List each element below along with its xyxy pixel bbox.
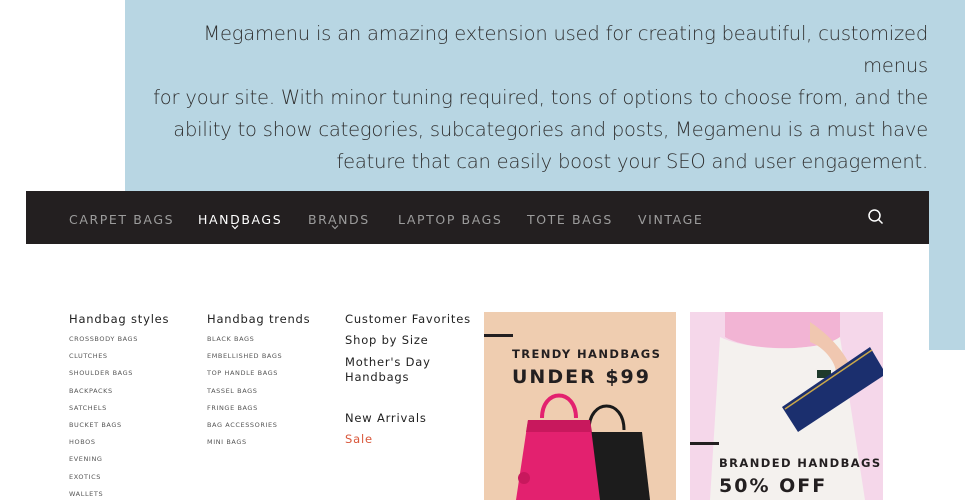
- hero-line: ability to show categories, subcategorie…: [173, 118, 928, 141]
- link-sale[interactable]: Sale: [345, 432, 373, 447]
- list-item[interactable]: BLACK BAGS: [207, 331, 282, 348]
- column-title-handbag-styles: Handbag styles: [69, 312, 170, 326]
- list-item[interactable]: HOBOS: [69, 434, 138, 451]
- nav-item-tote-bags[interactable]: TOTE BAGS: [527, 212, 613, 227]
- list-item[interactable]: TASSEL BAGS: [207, 383, 282, 400]
- handbag-styles-list: CROSSBODY BAGS CLUTCHES SHOULDER BAGS BA…: [69, 331, 138, 500]
- model-clutch-image: [710, 312, 883, 500]
- link-new-arrivals[interactable]: New Arrivals: [345, 411, 427, 426]
- link-customer-favorites[interactable]: Customer Favorites: [345, 312, 471, 327]
- hero-line: feature that can easily boost your SEO a…: [336, 150, 928, 173]
- list-item[interactable]: FRINGE BAGS: [207, 400, 282, 417]
- link-label: Handbags: [345, 369, 410, 384]
- list-item[interactable]: BACKPACKS: [69, 383, 138, 400]
- nav-item-vintage[interactable]: VINTAGE: [638, 212, 703, 227]
- promo-accent-line: [484, 334, 513, 337]
- nav-item-laptop-bags[interactable]: LAPTOP BAGS: [398, 212, 502, 227]
- promo-headline: 50% OFF: [719, 475, 828, 497]
- list-item[interactable]: BUCKET BAGS: [69, 417, 138, 434]
- nav-item-handbags[interactable]: HANDBAGS: [198, 212, 282, 227]
- nav-item-carpet-bags[interactable]: CARPET BAGS: [69, 212, 174, 227]
- promo-headline: UNDER $99: [512, 366, 651, 388]
- promo-banner-trendy-handbags[interactable]: TRENDY HANDBAGS UNDER $99: [484, 312, 676, 500]
- column-title-handbag-trends: Handbag trends: [207, 312, 311, 326]
- list-item[interactable]: CLUTCHES: [69, 348, 138, 365]
- promo-subtitle: TRENDY HANDBAGS: [512, 347, 662, 361]
- promo-banner-branded-handbags[interactable]: BRANDED HANDBAGS 50% OFF: [690, 312, 883, 500]
- list-item[interactable]: CROSSBODY BAGS: [69, 331, 138, 348]
- list-item[interactable]: MINI BAGS: [207, 434, 282, 451]
- list-item[interactable]: EMBELLISHED BAGS: [207, 348, 282, 365]
- list-item[interactable]: EXOTICS: [69, 469, 138, 486]
- handbag-trends-list: BLACK BAGS EMBELLISHED BAGS TOP HANDLE B…: [207, 331, 282, 451]
- hero-description: Megamenu is an amazing extension used fo…: [150, 18, 928, 178]
- list-item[interactable]: SATCHELS: [69, 400, 138, 417]
- link-mothers-day-handbags[interactable]: Mother's Day Handbags: [345, 355, 431, 384]
- main-navbar: CARPET BAGS HANDBAGS BRANDS LAPTOP BAGS …: [26, 191, 929, 244]
- handbag-image: [516, 393, 650, 500]
- list-item[interactable]: WALLETS: [69, 486, 138, 500]
- promo-subtitle: BRANDED HANDBAGS: [719, 456, 882, 470]
- hero-line: for your site. With minor tuning require…: [153, 86, 928, 109]
- list-item[interactable]: BAG ACCESSORIES: [207, 417, 282, 434]
- hero-line: Megamenu is an amazing extension used fo…: [203, 22, 928, 77]
- megamenu-container: CARPET BAGS HANDBAGS BRANDS LAPTOP BAGS …: [26, 191, 929, 500]
- promo-accent-line: [690, 442, 719, 445]
- list-item[interactable]: TOP HANDLE BAGS: [207, 365, 282, 382]
- link-shop-by-size[interactable]: Shop by Size: [345, 333, 429, 348]
- link-label: Mother's Day: [345, 355, 431, 369]
- chevron-down-icon: [331, 225, 339, 230]
- chevron-down-icon: [231, 225, 239, 230]
- list-item[interactable]: EVENING: [69, 451, 138, 468]
- list-item[interactable]: SHOULDER BAGS: [69, 365, 138, 382]
- search-icon[interactable]: [866, 207, 886, 227]
